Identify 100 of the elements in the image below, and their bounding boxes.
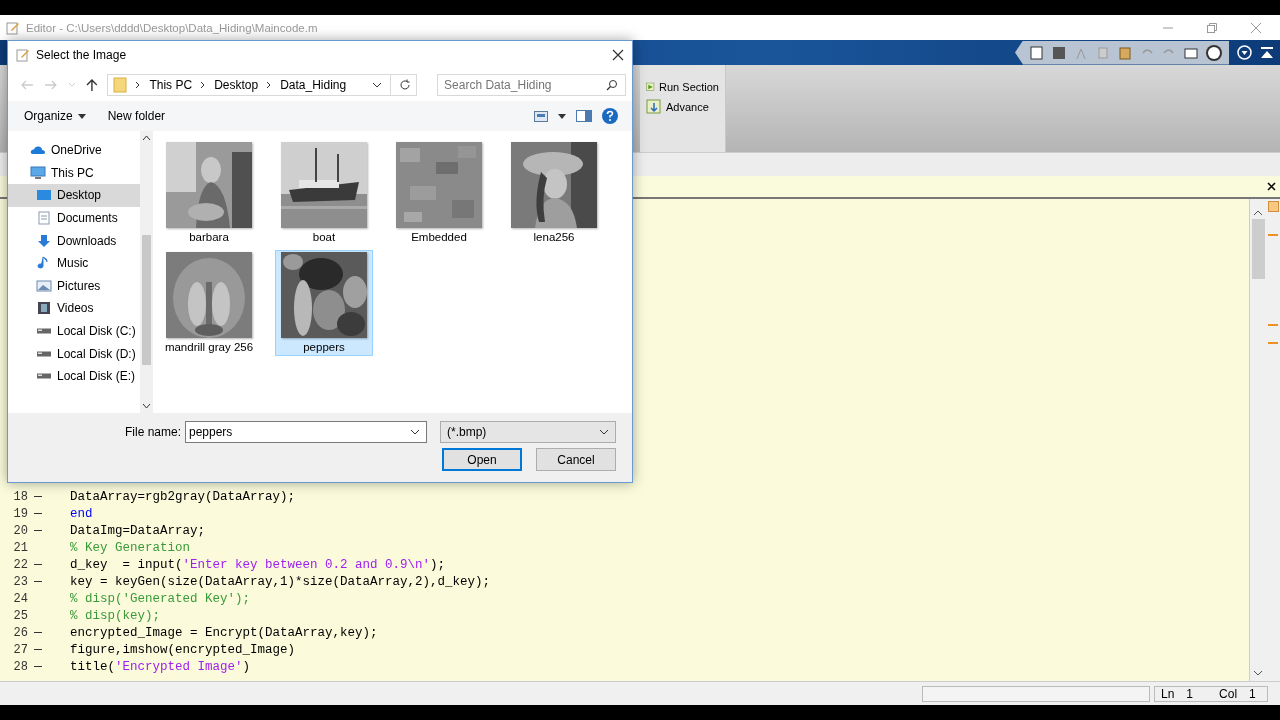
navigation-item[interactable]: Documents xyxy=(8,206,140,230)
line-number: 25 xyxy=(12,608,28,623)
scroll-down-icon[interactable] xyxy=(1253,669,1263,677)
file-item[interactable]: barbara xyxy=(160,140,258,246)
view-icon[interactable] xyxy=(534,110,548,122)
desktop-icon xyxy=(36,188,52,203)
film-icon xyxy=(36,301,52,316)
address-bar[interactable]: This PC Desktop Data_Hiding xyxy=(107,74,418,96)
line-number: 18 xyxy=(12,489,28,504)
new-folder-button[interactable]: New folder xyxy=(101,107,172,125)
caret-icon xyxy=(77,113,86,119)
new-icon[interactable] xyxy=(1029,44,1045,61)
breakpoint-dash[interactable] xyxy=(34,648,42,651)
preview-pane-icon[interactable] xyxy=(576,110,592,122)
caret-icon[interactable] xyxy=(558,113,566,119)
save-icon[interactable] xyxy=(1051,44,1067,61)
picture-icon xyxy=(36,278,52,293)
navigation-item[interactable]: Videos xyxy=(8,297,140,320)
navigation-item[interactable]: Pictures xyxy=(8,274,140,298)
dialog-app-icon xyxy=(16,48,30,62)
line-number: 20 xyxy=(12,523,28,538)
advance-button[interactable]: Advance xyxy=(644,99,721,115)
warning-marker[interactable] xyxy=(1268,324,1278,326)
close-icon[interactable] xyxy=(1267,182,1276,191)
breakpoint-dash[interactable] xyxy=(34,563,42,566)
chevron-down-icon xyxy=(599,429,609,435)
file-item[interactable]: boat xyxy=(275,140,373,246)
file-item[interactable]: Embedded xyxy=(390,140,488,246)
scroll-up-icon[interactable] xyxy=(142,135,151,141)
line-number: 24 xyxy=(12,591,28,606)
scroll-down-icon[interactable] xyxy=(142,403,151,409)
navigation-item[interactable]: Music xyxy=(8,251,140,275)
breadcrumb[interactable]: Data_Hiding xyxy=(280,78,347,92)
chevron-down-icon[interactable] xyxy=(372,82,383,88)
line-number: 22 xyxy=(12,557,28,572)
scrollbar[interactable] xyxy=(140,131,153,413)
breakpoint-dash[interactable] xyxy=(34,580,42,583)
breakpoint-dash[interactable] xyxy=(34,665,42,668)
code-line: d_key = input('Enter key between 0.2 and 0.9\n'); xyxy=(70,557,446,572)
navigation-item[interactable]: Local Disk (C:) xyxy=(8,319,140,343)
navigation-item[interactable]: This PC xyxy=(8,161,140,185)
scrollbar-thumb[interactable] xyxy=(1251,219,1265,279)
breadcrumb[interactable]: This PC xyxy=(149,78,193,92)
file-name-field[interactable]: peppers xyxy=(185,421,427,443)
warning-marker[interactable] xyxy=(1268,342,1278,344)
line-number: 23 xyxy=(12,574,28,589)
chevron-right-icon[interactable] xyxy=(135,81,142,89)
breakpoint-dash[interactable] xyxy=(34,512,42,515)
line-number: 19 xyxy=(12,506,28,521)
navigation-item[interactable]: OneDrive xyxy=(8,139,140,162)
collapse-icon[interactable] xyxy=(1260,45,1274,60)
breakpoint-dash[interactable] xyxy=(34,495,42,498)
file-type-dropdown[interactable]: (*.bmp) xyxy=(440,421,616,443)
file-item[interactable]: peppers xyxy=(275,250,373,356)
document-icon xyxy=(36,211,52,226)
drive-icon xyxy=(36,373,52,380)
dialog-title: Select the Image xyxy=(36,48,127,62)
drive-icon xyxy=(36,350,52,357)
file-item[interactable]: mandrill gray 256 xyxy=(160,250,258,356)
restore-button[interactable] xyxy=(1206,21,1218,34)
download-arrow-icon xyxy=(36,233,52,248)
up-icon[interactable] xyxy=(85,78,98,92)
navigation-item[interactable]: Desktop xyxy=(8,184,140,207)
code-line: % disp('Generated Key'); xyxy=(70,591,251,606)
breakpoint-dash[interactable] xyxy=(34,631,42,634)
line-number: 26 xyxy=(12,625,28,640)
line-number: 28 xyxy=(12,659,28,674)
close-button[interactable] xyxy=(612,49,624,61)
code-line: % Key Generation xyxy=(70,540,191,555)
navigation-item[interactable]: Downloads xyxy=(8,229,140,252)
chevron-right-icon[interactable] xyxy=(266,81,273,89)
open-button[interactable]: Open xyxy=(442,448,522,471)
scroll-up-icon[interactable] xyxy=(1253,209,1263,217)
run-section-button[interactable]: Run Section xyxy=(644,79,721,95)
navigation-item[interactable]: Local Disk (E:) xyxy=(8,364,140,388)
code-line: DataImg=DataArray; xyxy=(70,523,206,538)
organize-button[interactable]: Organize xyxy=(18,107,92,125)
file-name-label: File name: xyxy=(124,425,181,439)
warning-marker[interactable] xyxy=(1268,234,1278,236)
navigation-item[interactable]: Local Disk (D:) xyxy=(8,342,140,365)
code-line: key = keyGen(size(DataArray,1)*size(DataArray,2),d_key); xyxy=(70,574,491,589)
breakpoint-dash[interactable] xyxy=(34,529,42,532)
search-field[interactable]: Search Data_Hiding xyxy=(437,74,627,96)
drive-icon xyxy=(36,328,52,335)
code-line: DataArray=rgb2gray(DataArray); xyxy=(70,489,296,504)
line-number: 27 xyxy=(12,642,28,657)
breadcrumb[interactable]: Desktop xyxy=(214,78,259,92)
refresh-icon[interactable] xyxy=(399,79,412,91)
cursor-position: Ln 1 Col 1 xyxy=(1154,685,1268,702)
line-number: 21 xyxy=(12,540,28,555)
code-line: end xyxy=(70,506,93,521)
computer-icon xyxy=(30,165,46,180)
chevron-right-icon[interactable] xyxy=(200,81,207,89)
cancel-button[interactable]: Cancel xyxy=(536,448,616,471)
file-item[interactable]: lena256 xyxy=(505,140,603,246)
code-line: title('Encrypted Image') xyxy=(70,659,251,674)
editor-app-icon xyxy=(6,20,20,35)
dropdown-icon[interactable] xyxy=(1237,45,1252,60)
scrollbar-thumb[interactable] xyxy=(142,235,151,365)
folder-icon xyxy=(113,77,128,93)
